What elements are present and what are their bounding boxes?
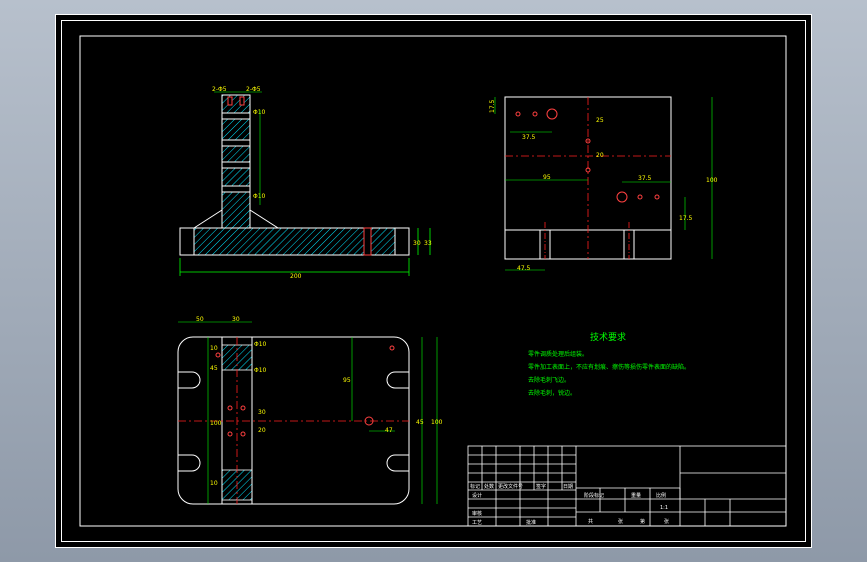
dim-top-left: 50: [196, 316, 204, 323]
tech-line-2: 零件加工表面上，不应有划痕、擦伤等损伤零件表面的缺陷。: [528, 363, 690, 371]
title-block-text: 标记 处数 更改文件号 签字 日期 设计 审核 工艺 批准 阶段标记 重量 比例…: [470, 483, 669, 526]
tb-mark: 标记: [470, 483, 480, 490]
cad-drawing: 200 30 33 2-Φ5 2-Φ5 Φ10 Φ10 17.5 37.5 25…: [79, 35, 787, 527]
tb-sheet-2: 张: [664, 518, 669, 525]
dim-side-a: Φ10: [254, 341, 267, 348]
front-view: 200 30 33 2-Φ5 2-Φ5 Φ10 Φ10: [179, 86, 432, 280]
tb-weight: 重量: [631, 492, 641, 499]
dim-overall-height: 100: [706, 177, 718, 184]
dim-left-2: 45: [210, 365, 218, 372]
tb-design: 设计: [472, 492, 482, 499]
dim-side-2: Φ10: [253, 193, 266, 200]
dim-height-right-2: 33: [424, 240, 432, 247]
tb-total: 共: [588, 518, 593, 525]
side-view: 17.5 37.5 25 20 95 37.5 100 17.5 47.5: [489, 96, 718, 272]
dim-right-overall: 100: [431, 419, 443, 426]
dim-right-offset: 17.5: [679, 215, 693, 222]
dim-center-v: 95: [343, 377, 351, 384]
dim-overall-width: 200: [290, 273, 302, 280]
dim-vert-2: 20: [596, 152, 604, 159]
dim-bottom-left: 47.5: [517, 265, 531, 272]
tb-review: 审核: [472, 510, 482, 517]
dim-vert-1: 25: [596, 117, 604, 124]
tb-count: 处数: [484, 483, 494, 490]
dim-bottom-1: 47: [385, 427, 393, 434]
tb-sheet-1: 张: [618, 518, 623, 525]
dim-pitch-right: 37.5: [638, 175, 652, 182]
dim-pitch-left: 37.5: [522, 134, 536, 141]
front-base: [179, 227, 410, 256]
tb-sign: 签字: [536, 483, 546, 490]
dim-right-1: 45: [416, 419, 424, 426]
tb-process: 工艺: [472, 520, 482, 526]
tech-line-3: 去除毛刺飞边。: [528, 376, 570, 384]
dim-mid-a: 30: [258, 409, 266, 416]
dim-left-3: 100: [210, 420, 222, 427]
dim-top-mid: 30: [232, 316, 240, 323]
tb-scale: 比例: [656, 492, 666, 499]
tb-approve: 批准: [526, 519, 536, 526]
top-view: 50 30 10 45 100 10 95 45 100 47 Φ10 Φ10 …: [177, 316, 443, 505]
tech-line-4: 去除毛刺，锐边。: [528, 389, 576, 397]
dim-left-4: 10: [210, 480, 218, 487]
tb-scale-value: 1:1: [660, 505, 668, 511]
dim-height-right-1: 30: [413, 240, 421, 247]
tb-no: 第: [640, 518, 645, 525]
dim-left-1: 10: [210, 345, 218, 352]
tb-change: 更改文件号: [498, 483, 523, 490]
tb-stage: 阶段标记: [584, 492, 604, 499]
tech-title: 技术要求: [590, 331, 626, 343]
tech-line-1: 零件调质处理后组装。: [528, 350, 588, 358]
dim-side-1: Φ10: [253, 109, 266, 116]
dim-side-b: Φ10: [254, 367, 267, 374]
tech-requirements: 技术要求 零件调质处理后组装。 零件加工表面上，不应有划痕、擦伤等损伤零件表面的…: [528, 331, 690, 397]
dim-horiz-95: 95: [543, 174, 551, 181]
dim-top-offset: 17.5: [489, 99, 496, 113]
dim-mid-b: 20: [258, 427, 266, 434]
tb-date: 日期: [563, 484, 573, 490]
